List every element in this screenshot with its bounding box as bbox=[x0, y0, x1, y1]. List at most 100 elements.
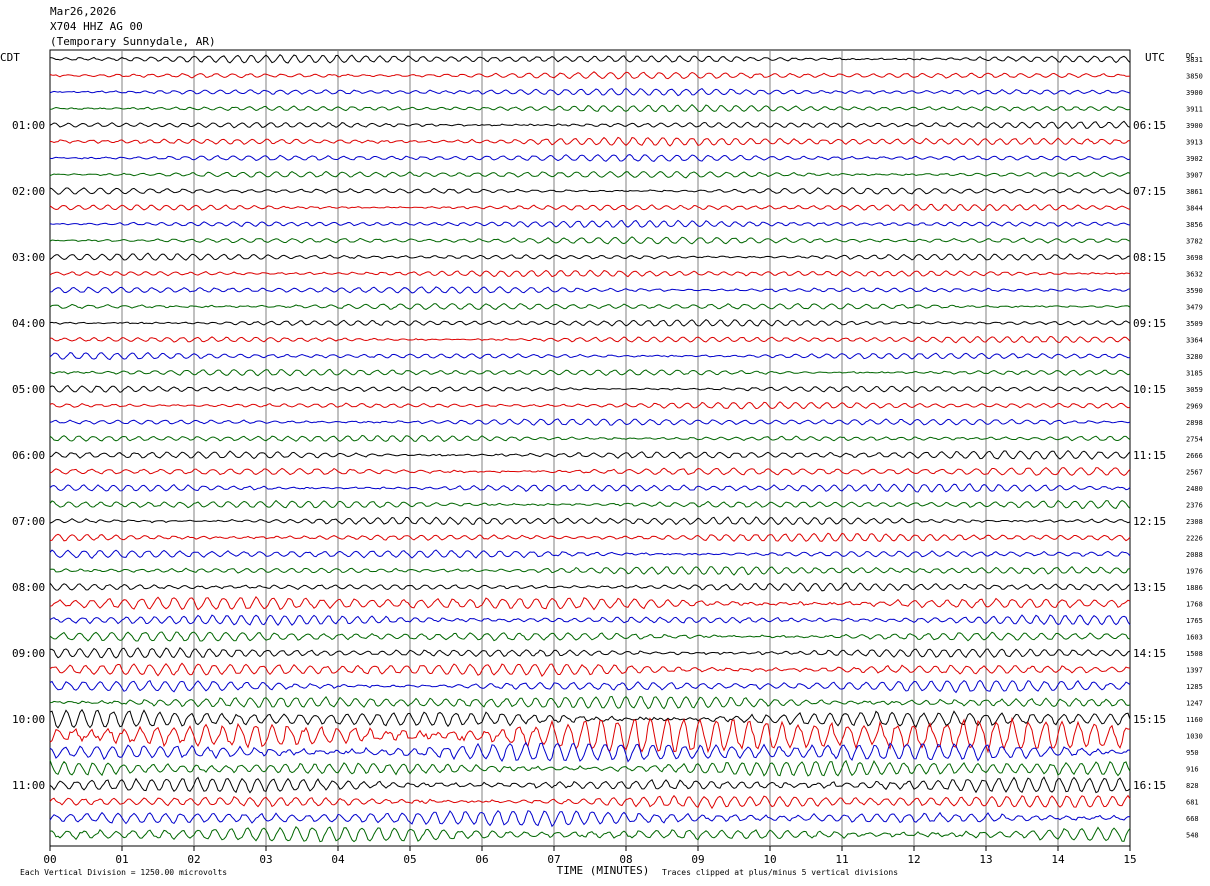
left-hour-label: 11:00 bbox=[12, 779, 45, 792]
dc-offset-label: 3590 bbox=[1186, 287, 1203, 295]
x-tick-label: 02 bbox=[187, 853, 200, 866]
scale-note: Each Vertical Division = 1250.00 microvo… bbox=[20, 868, 227, 877]
x-tick-label: 13 bbox=[979, 853, 992, 866]
dc-offset-label: 828 bbox=[1186, 782, 1199, 790]
left-hour-label: 04:00 bbox=[12, 317, 45, 330]
right-hour-label: 06:15 bbox=[1133, 119, 1166, 132]
seismic-trace bbox=[49, 776, 1131, 794]
dc-offset-label: 2754 bbox=[1186, 436, 1203, 444]
x-tick-label: 10 bbox=[763, 853, 776, 866]
left-hour-label: 09:00 bbox=[12, 647, 45, 660]
dc-offset-label: 3479 bbox=[1186, 304, 1203, 312]
left-hour-label: 05:00 bbox=[12, 383, 45, 396]
seismic-trace bbox=[49, 154, 1131, 162]
x-axis-label: TIME (MINUTES) bbox=[557, 864, 650, 877]
dc-offset-label: 3907 bbox=[1186, 172, 1203, 180]
plot-frame bbox=[49, 49, 1131, 847]
dc-offset-label: 1030 bbox=[1186, 733, 1203, 741]
seismic-trace bbox=[49, 236, 1131, 245]
x-tick-label: 11 bbox=[835, 853, 848, 866]
seismic-trace bbox=[49, 483, 1131, 493]
seismic-trace bbox=[49, 187, 1131, 195]
seismic-trace bbox=[49, 286, 1131, 294]
seismic-trace bbox=[49, 695, 1131, 710]
seismic-trace bbox=[49, 170, 1131, 179]
dc-offset-label: 950 bbox=[1186, 749, 1199, 757]
x-tick-label: 00 bbox=[43, 853, 56, 866]
seismic-trace bbox=[49, 549, 1131, 560]
x-tick-label: 09 bbox=[691, 853, 704, 866]
x-tick-label: 04 bbox=[331, 853, 345, 866]
seismic-trace bbox=[49, 532, 1131, 542]
right-hour-label: 13:15 bbox=[1133, 581, 1166, 594]
left-hour-label: 08:00 bbox=[12, 581, 45, 594]
right-hour-label: 09:15 bbox=[1133, 317, 1166, 330]
seismic-trace bbox=[49, 662, 1131, 677]
seismic-trace bbox=[49, 401, 1131, 410]
x-tick-label: 14 bbox=[1051, 853, 1065, 866]
seismic-trace bbox=[49, 87, 1131, 97]
dc-offset-label: 2308 bbox=[1186, 518, 1203, 526]
right-hour-label: 12:15 bbox=[1133, 515, 1166, 528]
dc-offset-label: 2088 bbox=[1186, 551, 1203, 559]
seismic-trace bbox=[49, 335, 1131, 344]
x-tick-label: 15 bbox=[1123, 853, 1136, 866]
dc-offset-label: 3509 bbox=[1186, 320, 1203, 328]
seismic-trace bbox=[49, 466, 1131, 476]
clip-note: Traces clipped at plus/minus 5 vertical … bbox=[662, 868, 898, 877]
dc-offset-label: 3632 bbox=[1186, 271, 1203, 279]
seismic-trace bbox=[49, 219, 1131, 229]
dc-offset-label: 1886 bbox=[1186, 584, 1203, 592]
seismic-trace bbox=[49, 794, 1131, 810]
left-hour-label: 03:00 bbox=[12, 251, 45, 264]
dc-offset-label: 3902 bbox=[1186, 155, 1203, 163]
right-hour-label: 16:15 bbox=[1133, 779, 1166, 792]
seismic-trace bbox=[49, 759, 1131, 777]
seismic-trace bbox=[49, 741, 1131, 763]
seismic-trace bbox=[49, 809, 1131, 828]
seismic-trace bbox=[49, 614, 1131, 626]
left-hour-label: 01:00 bbox=[12, 119, 45, 132]
seismic-trace bbox=[49, 252, 1131, 261]
dc-offset-label: 3850 bbox=[1186, 73, 1203, 81]
dc-offset-label: 3280 bbox=[1186, 353, 1203, 361]
x-tick-label: 03 bbox=[259, 853, 272, 866]
dc-offset-label: 681 bbox=[1186, 799, 1199, 807]
right-hour-label: 15:15 bbox=[1133, 713, 1166, 726]
seismic-trace bbox=[49, 318, 1131, 327]
x-tick-label: 05 bbox=[403, 853, 416, 866]
dc-offset-label: 3831 bbox=[1186, 56, 1203, 64]
dc-offset-label: 2567 bbox=[1186, 469, 1203, 477]
dc-offset-label: 2969 bbox=[1186, 403, 1203, 411]
dc-offset-label: 2666 bbox=[1186, 452, 1203, 460]
left-hour-label: 07:00 bbox=[12, 515, 45, 528]
dc-offset-label: 1976 bbox=[1186, 568, 1203, 576]
dc-offset-label: 1508 bbox=[1186, 650, 1203, 658]
seismic-trace bbox=[49, 269, 1131, 278]
right-timezone-label: UTC bbox=[1145, 51, 1165, 64]
right-hour-label: 08:15 bbox=[1133, 251, 1166, 264]
dc-offset-label: 1768 bbox=[1186, 601, 1203, 609]
seismic-trace bbox=[49, 646, 1131, 659]
dc-offset-label: 1160 bbox=[1186, 716, 1203, 724]
dc-offset-label: 3185 bbox=[1186, 370, 1203, 378]
dc-offset-label: 1247 bbox=[1186, 700, 1203, 708]
seismic-trace bbox=[49, 434, 1131, 443]
seismic-trace bbox=[49, 708, 1131, 729]
seismic-trace bbox=[49, 596, 1131, 611]
seismic-trace bbox=[49, 104, 1131, 113]
right-hour-label: 07:15 bbox=[1133, 185, 1166, 198]
seismic-trace bbox=[49, 351, 1131, 361]
dc-offset-label: 548 bbox=[1186, 832, 1199, 840]
seismic-trace bbox=[49, 303, 1131, 310]
dc-offset-label: 916 bbox=[1186, 766, 1199, 774]
seismic-trace bbox=[49, 385, 1131, 393]
left-timezone-label: CDT bbox=[0, 51, 20, 64]
seismic-trace bbox=[49, 449, 1131, 460]
left-hour-label: 02:00 bbox=[12, 185, 45, 198]
dc-offset-label: 3856 bbox=[1186, 221, 1203, 229]
dc-offset-label: 3059 bbox=[1186, 386, 1203, 394]
seismic-trace bbox=[49, 631, 1131, 642]
dc-offset-label: 1603 bbox=[1186, 634, 1203, 642]
right-hour-label: 14:15 bbox=[1133, 647, 1166, 660]
